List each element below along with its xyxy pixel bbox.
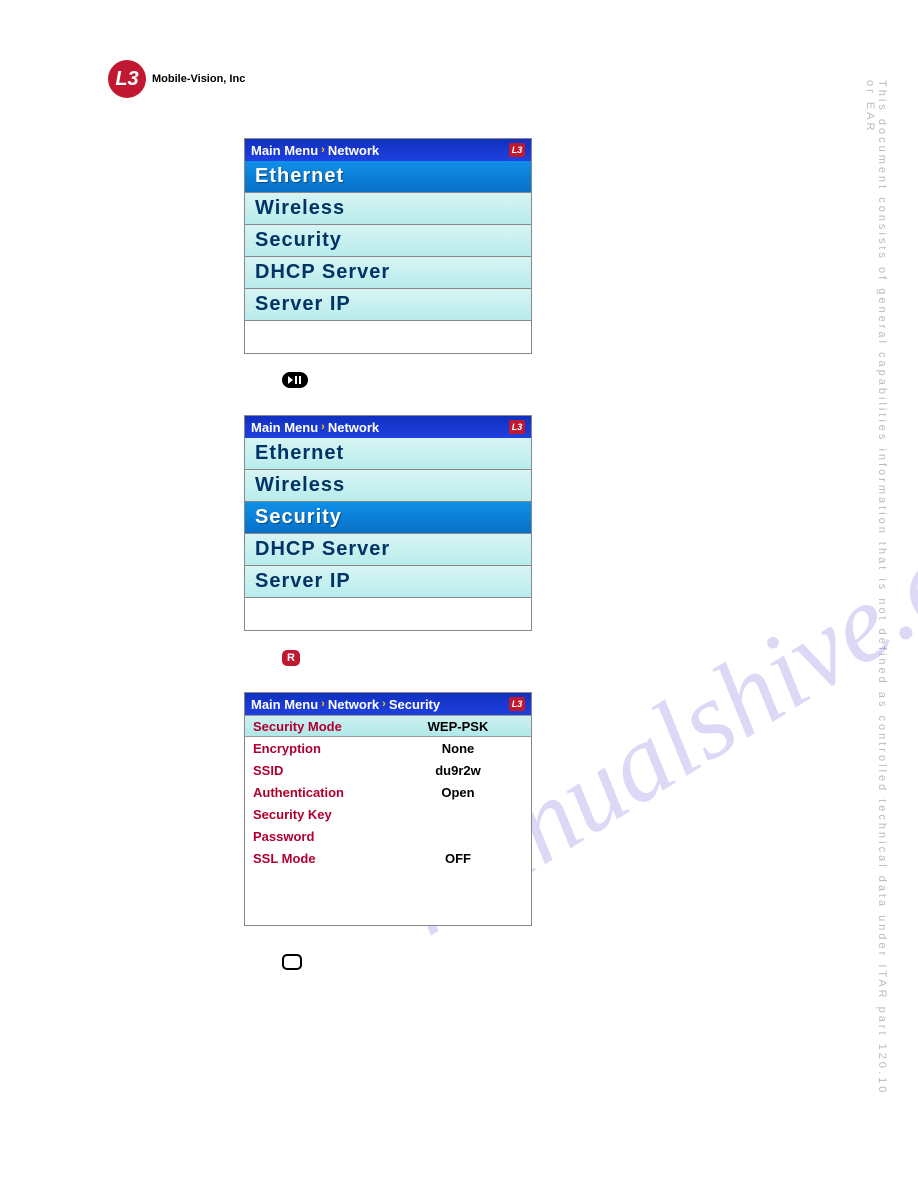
breadcrumb-current: Network: [328, 420, 379, 435]
breadcrumb-current: Network: [328, 143, 379, 158]
chevron-right-icon: ›: [382, 698, 386, 710]
setting-value: Open: [393, 785, 523, 800]
stop-icon: [282, 954, 302, 970]
setting-label: SSID: [253, 763, 393, 778]
chevron-right-icon: ›: [321, 698, 325, 710]
breadcrumb: Main Menu › Network: [251, 143, 379, 158]
setting-label: Encryption: [253, 741, 393, 756]
setting-security-key[interactable]: Security Key: [245, 803, 531, 825]
l3-logo-icon: L3: [108, 60, 146, 98]
chevron-right-icon: ›: [321, 144, 325, 156]
setting-ssl-mode[interactable]: SSL Mode OFF: [245, 847, 531, 869]
menu-item-dhcp-server[interactable]: DHCP Server: [245, 534, 531, 566]
breadcrumb-mid: Network: [328, 697, 379, 712]
chevron-right-icon: ›: [321, 421, 325, 433]
record-r-icon: R: [282, 650, 300, 666]
titlebar: Main Menu › Network L3: [245, 416, 531, 438]
side-disclaimer: This document consists of general capabi…: [864, 80, 888, 1100]
breadcrumb-current: Security: [389, 697, 440, 712]
menu-spacer: [245, 321, 531, 353]
l3-mini-logo-icon: L3: [509, 697, 525, 711]
setting-value: OFF: [393, 851, 523, 866]
breadcrumb-root: Main Menu: [251, 420, 318, 435]
menu-item-ethernet[interactable]: Ethernet: [245, 161, 531, 193]
menu-item-server-ip[interactable]: Server IP: [245, 289, 531, 321]
titlebar: Main Menu › Network › Security L3: [245, 693, 531, 715]
l3-mini-logo-icon: L3: [509, 143, 525, 157]
menu-item-security[interactable]: Security: [245, 225, 531, 257]
menu-item-wireless[interactable]: Wireless: [245, 193, 531, 225]
company-name: Mobile-Vision, Inc: [152, 73, 245, 85]
menu-item-server-ip[interactable]: Server IP: [245, 566, 531, 598]
breadcrumb: Main Menu › Network › Security: [251, 697, 440, 712]
menu-item-security[interactable]: Security: [245, 502, 531, 534]
titlebar: Main Menu › Network L3: [245, 139, 531, 161]
setting-label: Security Key: [253, 807, 393, 822]
setting-value: du9r2w: [393, 763, 523, 778]
security-settings-screen: Main Menu › Network › Security L3 Securi…: [244, 692, 532, 926]
setting-value: WEP-PSK: [393, 719, 523, 734]
breadcrumb: Main Menu › Network: [251, 420, 379, 435]
setting-label: Security Mode: [253, 719, 393, 734]
menu-item-dhcp-server[interactable]: DHCP Server: [245, 257, 531, 289]
setting-encryption[interactable]: Encryption None: [245, 737, 531, 759]
setting-value: None: [393, 741, 523, 756]
header-logo: L3 Mobile-Vision, Inc: [108, 60, 245, 98]
setting-password[interactable]: Password: [245, 825, 531, 847]
breadcrumb-root: Main Menu: [251, 143, 318, 158]
network-menu-screen-2: Main Menu › Network L3 Ethernet Wireless…: [244, 415, 532, 631]
play-pause-icon: [282, 372, 308, 388]
setting-label: SSL Mode: [253, 851, 393, 866]
breadcrumb-root: Main Menu: [251, 697, 318, 712]
menu-item-wireless[interactable]: Wireless: [245, 470, 531, 502]
setting-security-mode[interactable]: Security Mode WEP-PSK: [245, 715, 531, 737]
menu-item-ethernet[interactable]: Ethernet: [245, 438, 531, 470]
setting-authentication[interactable]: Authentication Open: [245, 781, 531, 803]
network-menu-screen-1: Main Menu › Network L3 Ethernet Wireless…: [244, 138, 532, 354]
l3-mini-logo-icon: L3: [509, 420, 525, 434]
menu-spacer: [245, 598, 531, 630]
setting-label: Password: [253, 829, 393, 844]
setting-ssid[interactable]: SSID du9r2w: [245, 759, 531, 781]
setting-label: Authentication: [253, 785, 393, 800]
